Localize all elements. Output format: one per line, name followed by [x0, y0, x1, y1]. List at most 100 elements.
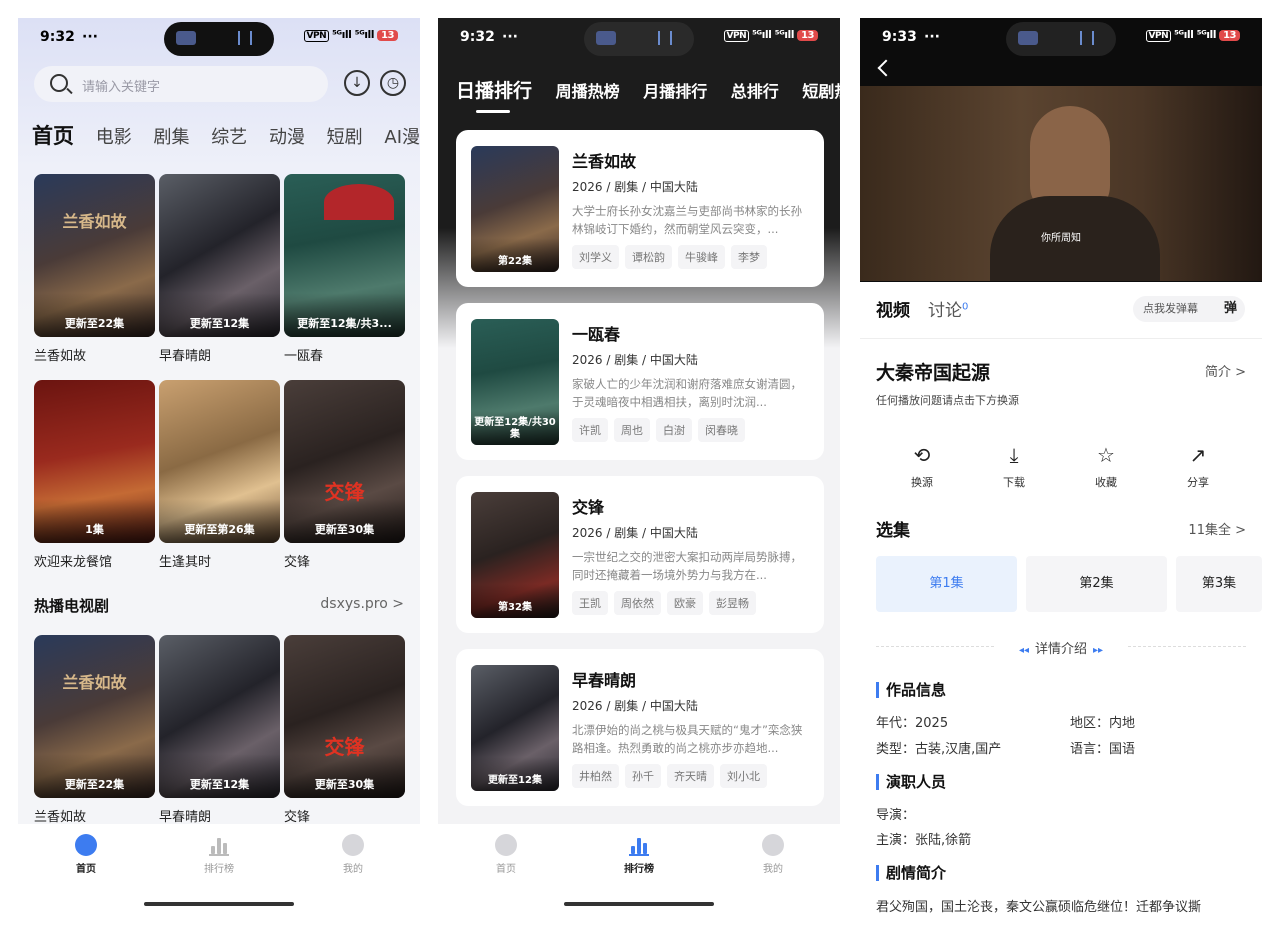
divider: [860, 338, 1262, 339]
show-card[interactable]: 更新至12集 早春晴朗: [159, 635, 280, 825]
show-card[interactable]: 交锋 更新至30集 交锋: [284, 380, 405, 570]
tabbar-home[interactable]: 首页: [466, 834, 546, 875]
rank-card[interactable]: 第32集 交锋 2026 / 剧集 / 中国大陆 一宗世纪之交的泄密大案扣动两岸…: [456, 476, 824, 633]
show-card[interactable]: 兰香如故 更新至22集 兰香如故: [34, 635, 155, 825]
rank-card[interactable]: 第22集 兰香如故 2026 / 剧集 / 中国大陆 大学士府长孙女沈嘉兰与吏部…: [456, 130, 824, 287]
download-icon[interactable]: ↓: [344, 70, 370, 96]
search-input[interactable]: 请输入关键字: [34, 66, 328, 102]
cast-tags: 王凯 周依然 欧豪 彭昱畅: [572, 591, 762, 615]
update-badge: 更新至12集/共3...: [297, 317, 392, 330]
tabbar-mine[interactable]: 我的: [733, 834, 813, 875]
poster-image: 交锋 更新至30集: [284, 380, 405, 543]
danmu-icon[interactable]: 弹: [1224, 296, 1237, 322]
rank-title: 一瓯春: [572, 325, 621, 344]
status-dots: ···: [82, 29, 98, 45]
poster-image: 交锋 更新至30集: [284, 635, 405, 798]
bottom-tab-bar: 首页 排行榜 我的: [18, 824, 420, 930]
switch-source-button[interactable]: ⟲ 换源: [892, 442, 952, 490]
tab-video[interactable]: 视频: [876, 301, 910, 321]
rank-icon: [628, 834, 650, 856]
poster-image: 第32集: [471, 492, 559, 618]
tabbar-rank[interactable]: 排行榜: [179, 834, 259, 875]
update-badge: 更新至第26集: [184, 523, 255, 536]
poster-image: 兰香如故 更新至22集: [34, 174, 155, 337]
details-divider: ◂◂ 详情介绍 ▸▸: [876, 638, 1246, 657]
tab-short-drama[interactable]: 短剧热: [802, 82, 840, 101]
dynamic-island: [584, 22, 694, 56]
tab-series[interactable]: 剧集: [153, 127, 189, 148]
rank-desc: 一宗世纪之交的泄密大案扣动两岸局势脉搏，同时还掩藏着一场境外势力与我方在...: [572, 550, 802, 582]
show-title: 交锋: [284, 810, 311, 825]
episodes-title: 选集: [876, 521, 910, 541]
episodes-all-link[interactable]: 11集全 >: [1188, 519, 1246, 538]
share-icon: ↗: [1189, 443, 1207, 467]
rank-title: 早春晴朗: [572, 671, 637, 690]
category-tabs: 首页 电影 剧集 综艺 动漫 短剧 AI漫剧: [32, 120, 420, 150]
update-badge: 更新至30集: [314, 778, 375, 791]
tab-movie[interactable]: 电影: [96, 127, 132, 148]
update-badge: 1集: [85, 523, 104, 536]
video-subtitle: 你所周知: [1041, 233, 1081, 244]
info-director: 导演：: [876, 808, 916, 823]
rank-desc: 家破人亡的少年沈润和谢府落难庶女谢清圆，于灵魂暗夜中相遇相扶，离别时沈润...: [572, 377, 802, 409]
status-bar: 9:33 ··· VPN ⁵ᴳıll ⁵ᴳıll 13: [860, 18, 1262, 58]
share-button[interactable]: ↗ 分享: [1168, 442, 1228, 490]
rank-icon: [208, 834, 230, 856]
tab-monthly[interactable]: 月播排行: [643, 82, 707, 101]
download-icon: ⤓: [1009, 443, 1019, 467]
home-indicator: [144, 902, 294, 906]
info-language: 语言：国语: [1070, 742, 1136, 757]
episode-button[interactable]: 第3集: [1176, 556, 1262, 612]
episode-button[interactable]: 第1集: [876, 556, 1017, 612]
history-icon[interactable]: ◷: [380, 70, 406, 96]
favorite-button[interactable]: ☆ 收藏: [1076, 442, 1136, 490]
show-card[interactable]: 更新至第26集 生逢其时: [159, 380, 280, 570]
poster-image: 更新至12集: [159, 635, 280, 798]
tabbar-home[interactable]: 首页: [46, 834, 126, 875]
status-icons: VPN ⁵ᴳıll ⁵ᴳıll 13: [1145, 28, 1240, 42]
video-player[interactable]: 你所周知: [860, 86, 1262, 281]
tab-short[interactable]: 短剧: [327, 127, 363, 148]
tab-discuss[interactable]: 讨论0: [928, 301, 968, 321]
ranking-screen: 9:32 ··· VPN ⁵ᴳıll ⁵ᴳıll 13 日播排行 周播热榜 月播排行…: [438, 18, 840, 930]
episode-button[interactable]: 第2集: [1026, 556, 1167, 612]
show-card[interactable]: 交锋 更新至30集 交锋: [284, 635, 405, 825]
show-title: 早春晴朗: [159, 810, 212, 825]
section-more-link[interactable]: dsxys.pro >: [320, 596, 404, 612]
download-button[interactable]: ⤓ 下载: [984, 442, 1044, 490]
tabbar-rank[interactable]: 排行榜: [599, 834, 679, 875]
update-badge: 更新至12集: [189, 317, 250, 330]
show-card[interactable]: 1集 欢迎来龙餐馆: [34, 380, 155, 570]
rank-card[interactable]: 更新至12集/共30集 一瓯春 2026 / 剧集 / 中国大陆 家破人亡的少年…: [456, 303, 824, 460]
status-icons: VPN ⁵ᴳıll ⁵ᴳıll 13: [723, 28, 818, 42]
show-title: 欢迎来龙餐馆: [34, 555, 113, 570]
info-genre: 类型：古装,汉唐,国产: [876, 742, 1002, 757]
intro-link[interactable]: 简介 >: [1205, 361, 1246, 380]
tab-home[interactable]: 首页: [32, 124, 74, 148]
tab-anime[interactable]: 动漫: [269, 127, 305, 148]
home-screen: 9:32 ··· VPN ⁵ᴳıll ⁵ᴳıll 13 请输入关键字 ↓ ◷ 首页 …: [18, 18, 420, 930]
show-title: 早春晴朗: [159, 349, 212, 364]
show-card[interactable]: 更新至12集 早春晴朗: [159, 174, 280, 364]
show-card[interactable]: 兰香如故 更新至22集 兰香如故: [34, 174, 155, 364]
profile-icon: [342, 834, 364, 856]
rank-card[interactable]: 更新至12集 早春晴朗 2026 / 剧集 / 中国大陆 北漂伊始的尚之桃与极具…: [456, 649, 824, 806]
tab-ai-comic[interactable]: AI漫剧: [384, 127, 420, 148]
tab-daily[interactable]: 日播排行: [456, 80, 532, 102]
tab-total[interactable]: 总排行: [731, 82, 779, 101]
rank-meta: 2026 / 剧集 / 中国大陆: [572, 180, 698, 194]
source-hint: 任何播放问题请点击下方换源: [876, 394, 1019, 407]
update-badge: 更新至22集: [64, 778, 125, 791]
rank-desc: 大学士府长孙女沈嘉兰与吏部尚书林家的长孙林锦岐订下婚约，然而朝堂风云突变，...: [572, 204, 802, 236]
star-icon: ☆: [1097, 443, 1115, 467]
tab-weekly[interactable]: 周播热榜: [556, 82, 620, 101]
tab-variety[interactable]: 综艺: [211, 127, 247, 148]
show-card[interactable]: 更新至12集/共3... 一瓯春: [284, 174, 405, 364]
update-badge: 更新至30集: [314, 523, 375, 536]
danmu-input[interactable]: 点我发弹幕弹: [1133, 296, 1245, 322]
profile-icon: [762, 834, 784, 856]
tabbar-mine[interactable]: 我的: [313, 834, 393, 875]
info-heading: 作品信息: [876, 682, 946, 698]
poster-image: 更新至12集: [159, 174, 280, 337]
update-badge: 更新至22集: [64, 317, 125, 330]
